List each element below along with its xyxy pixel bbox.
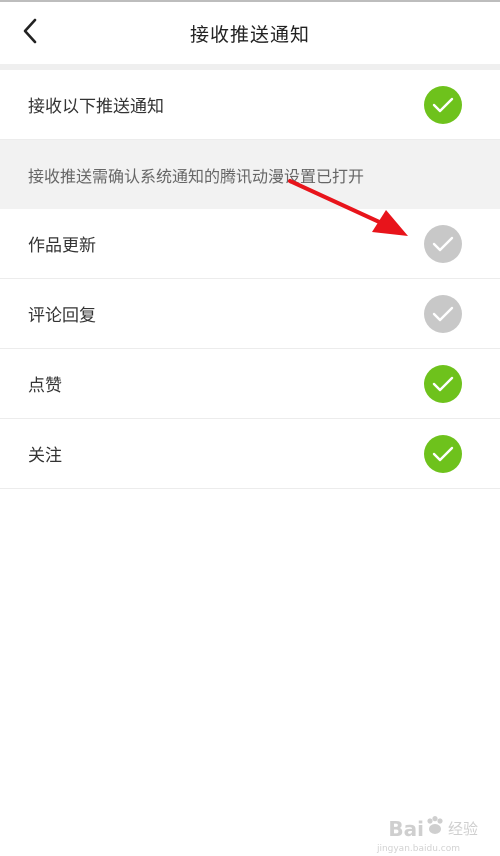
page-title: 接收推送通知 (189, 23, 310, 46)
system-notice-hint: 接收推送需确认系统通知的腾讯动漫设置已打开 (0, 140, 500, 209)
chevron-left-icon (22, 18, 38, 48)
watermark-suffix: 经验 (447, 820, 478, 838)
back-button[interactable] (14, 14, 46, 52)
watermark-brand: Bai (388, 816, 424, 841)
row-follow[interactable]: 关注 (0, 419, 500, 489)
check-icon[interactable] (424, 85, 462, 124)
row-comment-reply[interactable]: 评论回复 (0, 279, 500, 349)
master-toggle-label: 接收以下推送通知 (28, 97, 164, 117)
row-master-toggle[interactable]: 接收以下推送通知 (0, 70, 500, 140)
check-icon[interactable] (424, 364, 462, 403)
row-likes[interactable]: 点赞 (0, 349, 500, 419)
check-icon[interactable] (424, 434, 462, 473)
comment-reply-label: 评论回复 (28, 306, 96, 326)
check-icon[interactable] (424, 294, 462, 333)
check-icon[interactable] (424, 224, 462, 263)
works-update-label: 作品更新 (28, 236, 96, 256)
likes-label: 点赞 (28, 376, 62, 396)
nav-header: 接收推送通知 (0, 2, 500, 64)
row-works-update[interactable]: 作品更新 (0, 209, 500, 279)
baidu-watermark: Bai 经验 (388, 815, 478, 842)
watermark-url: jingyan.baidu.com (376, 844, 460, 854)
paw-icon (424, 815, 446, 842)
follow-label: 关注 (28, 446, 62, 466)
